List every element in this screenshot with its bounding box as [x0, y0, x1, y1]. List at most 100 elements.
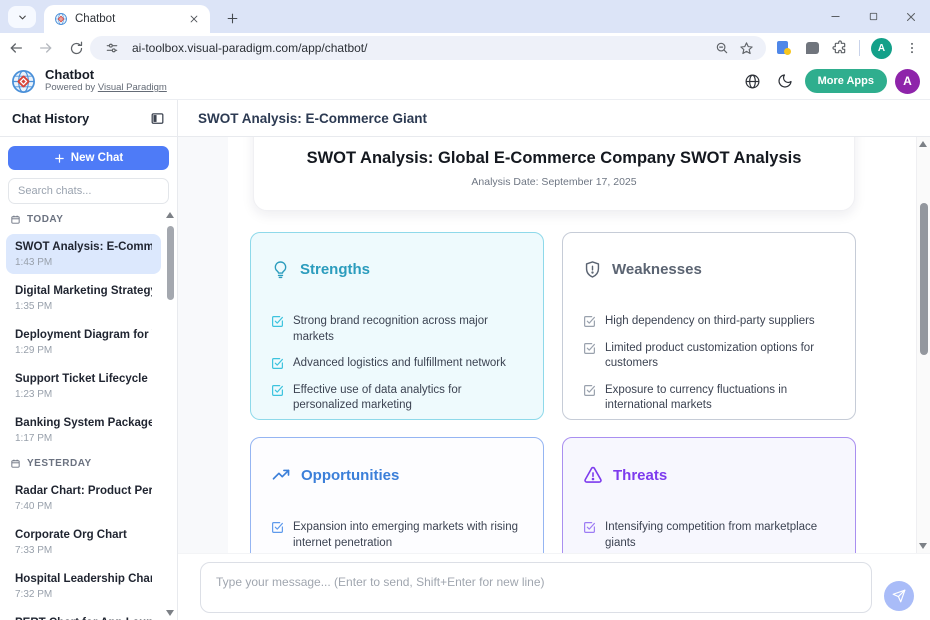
chat-history-item[interactable]: PERT Chart for App Launch [6, 610, 161, 620]
send-button[interactable] [884, 581, 914, 611]
checkbox-check-icon [583, 315, 596, 328]
tab-close-icon[interactable] [186, 11, 202, 27]
conversation-title: SWOT Analysis: E-Commerce Giant [198, 111, 427, 126]
section-header-yesterday: YESTERDAY [10, 458, 167, 469]
main-scrollbar[interactable] [916, 137, 930, 553]
chat-history-item[interactable]: Corporate Org Chart 7:33 PM [6, 522, 161, 562]
swot-item: Exposure to currency fluctuations in int… [583, 383, 835, 414]
chat-history-item[interactable]: SWOT Analysis: E-Commerce... 1:43 PM [6, 234, 161, 274]
extensions-puzzle-icon[interactable] [826, 35, 854, 61]
checkbox-check-icon [583, 342, 596, 355]
scroll-down-arrow[interactable] [919, 543, 927, 549]
chat-history-item[interactable]: Deployment Diagram for Vid... 1:29 PM [6, 322, 161, 362]
alert-triangle-icon [583, 465, 603, 485]
forward-button[interactable] [32, 35, 60, 61]
bookmark-star-icon[interactable] [734, 37, 758, 59]
app-title: Chatbot [45, 68, 167, 82]
scrollbar-thumb[interactable] [920, 203, 928, 355]
swot-item: Effective use of data analytics for pers… [271, 383, 523, 414]
url-text: ai-toolbox.visual-paradigm.com/app/chatb… [132, 41, 710, 55]
checkbox-check-icon [583, 521, 596, 534]
new-tab-button[interactable] [221, 7, 243, 29]
browser-menu-icon[interactable] [898, 35, 926, 61]
swot-card-title: Weaknesses [612, 261, 702, 278]
address-bar[interactable]: ai-toolbox.visual-paradigm.com/app/chatb… [90, 36, 766, 60]
window-controls [816, 0, 930, 33]
chat-history-item[interactable]: Digital Marketing Strategy M... 1:35 PM [6, 278, 161, 318]
chat-history-item[interactable]: Banking System Package Dia... 1:17 PM [6, 410, 161, 450]
plus-icon [54, 153, 65, 164]
extension-chat-icon[interactable] [798, 35, 826, 61]
chat-history-item[interactable]: Radar Chart: Product Perfor... 7:40 PM [6, 478, 161, 518]
swot-item: Limited product customization options fo… [583, 341, 835, 372]
swot-card-opportunities: Opportunities Expansion into emerging ma… [250, 437, 544, 553]
calendar-icon [10, 458, 21, 469]
powered-by: Powered by Visual Paradigm [45, 82, 167, 94]
site-settings-icon[interactable] [100, 37, 124, 59]
app-logo [10, 68, 37, 95]
swot-item: Strong brand recognition across major ma… [271, 314, 523, 345]
more-apps-button[interactable]: More Apps [805, 69, 887, 93]
message-composer [178, 553, 930, 620]
scroll-up-arrow[interactable] [919, 141, 927, 147]
app-header-actions: More Apps A [741, 69, 920, 94]
back-button[interactable] [2, 35, 30, 61]
swot-card-title: Strengths [300, 261, 370, 278]
browser-tab-strip: Chatbot [0, 0, 930, 33]
chat-history-item[interactable]: Hospital Leadership Chart 7:32 PM [6, 566, 161, 606]
chevron-down-icon [17, 12, 28, 23]
site-favicon [54, 12, 68, 26]
new-chat-button[interactable]: New Chat [8, 146, 169, 170]
browser-profile-avatar[interactable]: A [871, 38, 892, 59]
visual-paradigm-link[interactable]: Visual Paradigm [98, 82, 167, 93]
dark-mode-moon-icon[interactable] [773, 69, 797, 93]
scroll-down-arrow[interactable] [166, 610, 174, 616]
swot-card-title: Opportunities [301, 467, 399, 484]
sidebar-title: Chat History [12, 111, 89, 126]
swot-item: High dependency on third-party suppliers [583, 314, 835, 330]
swot-card-strengths: Strengths Strong brand recognition acros… [250, 232, 544, 420]
tab-title: Chatbot [75, 13, 179, 25]
swot-analysis-date: Analysis Date: September 17, 2025 [254, 176, 854, 188]
app-body: Chat History New Chat TODAY [0, 100, 930, 620]
browser-tab-chatbot[interactable]: Chatbot [44, 5, 210, 33]
swot-card-threats: Threats Intensifying competition from ma… [562, 437, 856, 553]
tab-search-button[interactable] [8, 6, 36, 28]
swot-card-title: Threats [613, 467, 667, 484]
paper-plane-icon [892, 589, 906, 603]
calendar-icon [10, 214, 21, 225]
close-window-button[interactable] [892, 0, 930, 33]
scroll-up-arrow[interactable] [166, 212, 174, 218]
language-globe-icon[interactable] [741, 69, 765, 93]
shield-alert-icon [583, 260, 602, 279]
checkbox-check-icon [271, 315, 284, 328]
app-title-block: Chatbot Powered by Visual Paradigm [45, 68, 167, 94]
reload-button[interactable] [62, 35, 90, 61]
user-avatar[interactable]: A [895, 69, 920, 94]
section-header-today: TODAY [10, 214, 167, 225]
browser-toolbar: ai-toolbox.visual-paradigm.com/app/chatb… [0, 33, 930, 63]
minimize-button[interactable] [816, 0, 854, 33]
scrollbar-thumb[interactable] [167, 226, 174, 300]
app-header: Chatbot Powered by Visual Paradigm More … [0, 63, 930, 100]
message-input[interactable] [200, 562, 872, 613]
zoom-icon[interactable] [710, 37, 734, 59]
chat-history-sidebar: Chat History New Chat TODAY [0, 100, 178, 620]
swot-card-weaknesses: Weaknesses High dependency on third-part… [562, 232, 856, 420]
maximize-button[interactable] [854, 0, 892, 33]
trending-up-icon [271, 465, 291, 485]
swot-grid: Strengths Strong brand recognition acros… [250, 232, 856, 553]
search-chats-input[interactable] [8, 178, 169, 204]
chat-history-item[interactable]: Support Ticket Lifecycle 1:23 PM [6, 366, 161, 406]
swot-item: Expansion into emerging markets with ris… [271, 520, 523, 551]
chat-messages-area[interactable]: SWOT Analysis: Global E-Commerce Company… [178, 137, 930, 553]
collapse-sidebar-icon[interactable] [150, 111, 165, 126]
toolbar-separator [859, 40, 860, 56]
extension-colored-icon[interactable] [770, 35, 798, 61]
sidebar-scrollbar[interactable] [166, 208, 175, 620]
extensions-zone: A [770, 33, 930, 63]
checkbox-check-icon [271, 521, 284, 534]
chat-history-list: TODAY SWOT Analysis: E-Commerce... 1:43 … [0, 206, 177, 620]
chat-main-panel: SWOT Analysis: E-Commerce Giant SWOT Ana… [178, 100, 930, 620]
checkbox-check-icon [583, 384, 596, 397]
